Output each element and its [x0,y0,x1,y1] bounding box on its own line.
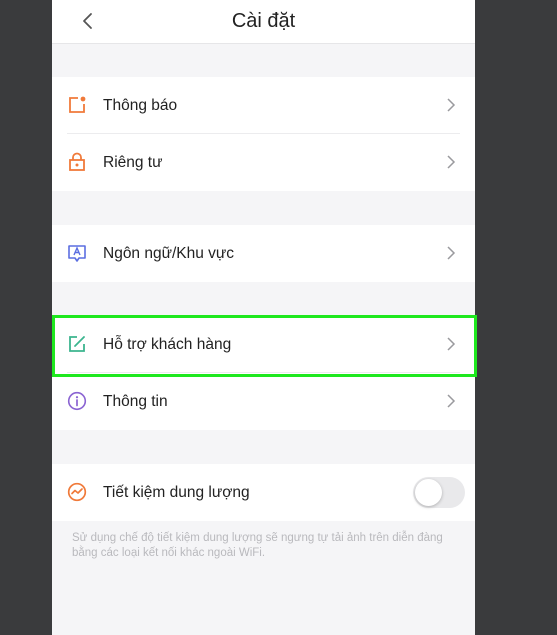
data-saver-icon [67,482,87,502]
header-bar: Cài đặt [52,0,475,44]
data-saver-description: Sử dụng chế độ tiết kiệm dung lượng sẽ n… [72,532,443,559]
toggle-knob [415,479,442,506]
settings-item-label: Thông tin [103,393,168,410]
chevron-right-icon [447,337,456,351]
settings-group-language: Ngôn ngữ/Khu vực [52,225,475,282]
info-icon [67,391,87,411]
settings-item-language[interactable]: Ngôn ngữ/Khu vực [52,225,475,282]
settings-screen: Cài đặt Thông báo Riêng tư Ngôn ngữ/Khu … [52,0,475,635]
settings-group-support: Hỗ trợ khách hàng Thông tin [52,316,475,430]
settings-item-label: Hỗ trợ khách hàng [103,336,232,353]
settings-item-label: Thông báo [103,97,178,114]
settings-item-label: Riêng tư [103,154,163,171]
notification-icon [69,96,86,113]
settings-item-label: Tiết kiệm dung lượng [103,484,250,501]
settings-group-general: Thông báo Riêng tư [52,77,475,191]
settings-item-data-saver: Tiết kiệm dung lượng [52,464,475,521]
settings-item-notifications[interactable]: Thông báo [52,77,475,134]
chevron-right-icon [447,98,456,112]
language-icon [68,245,86,262]
page-title: Cài đặt [231,10,296,32]
chevron-right-icon [447,394,456,408]
data-saver-toggle[interactable] [413,477,465,508]
edit-icon [69,336,85,352]
chevron-right-icon [447,246,456,260]
settings-item-label: Ngôn ngữ/Khu vực [103,245,235,262]
settings-group-data-saver: Tiết kiệm dung lượng [52,464,475,521]
lock-icon [69,152,85,171]
settings-item-customer-support[interactable]: Hỗ trợ khách hàng [52,316,475,373]
settings-item-privacy[interactable]: Riêng tư [52,134,475,191]
settings-item-about[interactable]: Thông tin [52,373,475,430]
chevron-right-icon [447,155,456,169]
